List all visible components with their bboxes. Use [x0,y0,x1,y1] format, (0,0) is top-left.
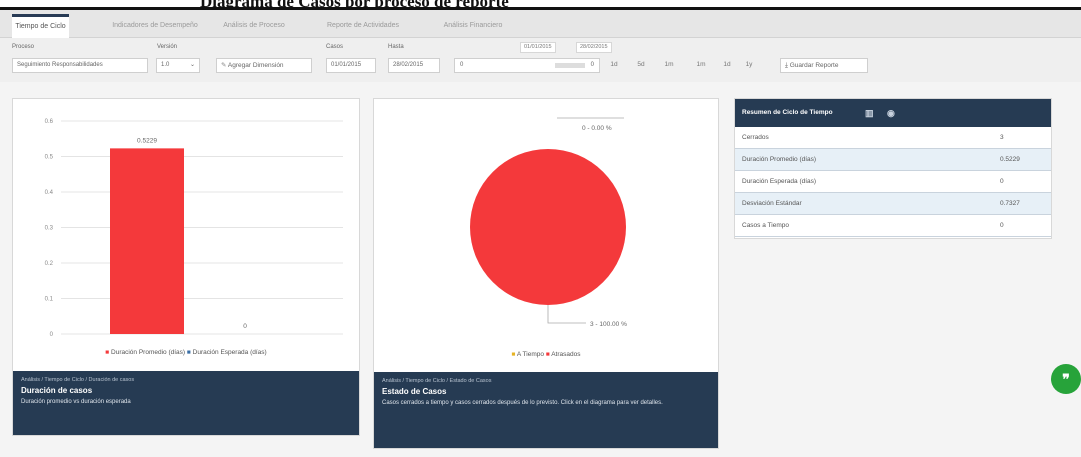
summary-key: Casos a Tiempo [742,222,789,229]
page-banner: Diagrama de Casos por proceso de reporte [0,0,1081,10]
bar-legend: ■ Duración Promedio (días) ■ Duración Es… [13,349,359,356]
y-tick-label: 0.1 [45,297,54,303]
tab-indicadores[interactable]: Indicadores de Desempeño [106,14,204,38]
summary-value: 0.7327 [1000,200,1020,207]
summary-value: 0.5229 [1000,156,1020,163]
chat-button[interactable]: ❞ [1051,364,1081,394]
case-status-card-footer: Análisis / Tiempo de Ciclo / Estado de C… [374,372,718,448]
summary-key: Duración Promedio (días) [742,156,817,163]
duration-card-footer: Análisis / Tiempo de Ciclo / Duración de… [13,371,359,435]
cycle-time-summary: Resumen de Ciclo de Tiempo ▥ ◉ Cerrados 3… [734,98,1052,239]
period-1y[interactable]: 1y [739,57,759,72]
chevron-down-icon: ⌄ [189,62,195,68]
duration-title: Duración de casos [21,386,93,395]
data-label: 0 [243,323,247,330]
tab-analisis-financiero[interactable]: Análisis Financiero [434,14,512,38]
cases-label: Casos [326,44,344,50]
legend-esperada[interactable]: Duración Esperada (días) [193,349,267,356]
version-select[interactable]: 1.0 ⌄ [156,58,200,73]
period-1m[interactable]: 1m [659,57,679,72]
version-label: Versión [157,44,178,50]
legend-atrasados[interactable]: Atrasados [551,351,580,358]
summary-row: Casos a Tiempo 0 [735,215,1051,237]
status-title: Estado de Casos [382,387,447,396]
y-tick-label: 0.2 [45,261,54,267]
pencil-icon: ✎ [221,62,227,69]
download-icon: ⤓ [785,62,788,69]
period-1d[interactable]: 1d [604,57,624,72]
legend-swatch-a-tiempo: ■ [511,351,516,358]
slider-track [555,63,585,68]
add-dimension-label: Agregar Dimensión [227,62,284,69]
y-tick-label: 0.4 [45,190,54,196]
legend-promedio[interactable]: Duración Promedio (días) [111,349,185,356]
date-from-input[interactable]: 01/01/2015 [326,58,376,73]
legend-a-tiempo[interactable]: A Tiempo [517,351,544,358]
process-select[interactable]: Seguimiento Responsabilidades [12,58,148,73]
data-label: 0.5229 [137,137,157,144]
tab-analisis-proceso[interactable]: Análisis de Proceso [215,14,293,38]
version-value: 1.0 [161,62,170,68]
table-icon[interactable]: ▥ [865,99,874,127]
save-report-label: Guardar Reporte [789,62,839,69]
summary-row: Desviación Estándar 0.7327 [735,193,1051,215]
slider-handle-left[interactable]: 0 [460,59,463,72]
pie-label-top: 0 - 0.00 % [582,125,612,132]
status-description: Casos cerrados a tiempo y casos cerrados… [382,400,663,406]
tab-tiempo-ciclo[interactable]: Tiempo de Ciclo [12,14,69,38]
label-leader [547,305,586,324]
tab-bar: Tiempo de Ciclo Indicadores de Desempeño… [0,10,1081,38]
summary-row: Cerrados 3 [735,127,1051,149]
legend-swatch-atrasados: ■ [545,351,550,358]
y-tick-label: 0 [50,332,54,338]
pie-slice [470,149,626,305]
y-tick-label: 0.6 [45,119,54,125]
case-status-card: 0 - 0.00 % 3 - 100.00 % ■ A Tiempo ■ Atra… [373,98,719,449]
save-report-button[interactable]: ⤓ Guardar Reporte [780,58,868,73]
pie-legend: ■ A Tiempo ■ Atrasados [374,351,718,358]
summary-key: Desviación Estándar [742,200,802,207]
process-label: Proceso [12,44,35,50]
legend-swatch-esperada: ■ [186,349,191,356]
range-start-display: 01/01/2015 [520,42,556,53]
period-5d[interactable]: 5d [631,57,651,72]
eye-icon[interactable]: ◉ [887,99,895,127]
tab-reporte-actividades[interactable]: Reporte de Actividades [320,14,406,38]
summary-header: Resumen de Ciclo de Tiempo ▥ ◉ [735,99,1051,127]
slider-handle-right[interactable]: 0 [591,59,594,72]
summary-value: 0 [1000,178,1004,185]
summary-value: 0 [1000,222,1004,229]
pie-label-bottom: 3 - 100.00 % [590,321,627,328]
summary-row: Duración Esperada (días) 0 [735,171,1051,193]
duration-bar-chart: 0.6 0.5 0.4 0.3 0.2 0.1 0 0.5229 0 [45,119,343,338]
add-dimension-button[interactable]: ✎ Agregar Dimensión [216,58,312,73]
summary-title: Resumen de Ciclo de Tiempo [742,109,833,116]
summary-key: Duración Esperada (días) [742,178,817,185]
case-status-pie-chart[interactable]: 0 - 0.00 % 3 - 100.00 % [374,99,718,373]
quote-icon: ❞ [1062,371,1070,387]
duration-card: 0.6 0.5 0.4 0.3 0.2 0.1 0 0.5229 0 ■ Duración Pr… [12,98,360,436]
date-range-slider[interactable]: 0 0 [454,58,600,73]
to-label: Hasta [388,44,404,50]
period-1m-b[interactable]: 1m [691,57,711,72]
status-breadcrumb[interactable]: Análisis / Tiempo de Ciclo / Estado de C… [382,378,710,384]
y-tick-label: 0.3 [45,226,54,232]
summary-key: Cerrados [742,134,769,141]
period-1d-b[interactable]: 1d [717,57,737,72]
duration-description: Duración promedio vs duración esperada [21,399,131,405]
bar [110,148,184,334]
legend-swatch-promedio: ■ [105,349,110,356]
summary-row: Duración Promedio (días) 0.5229 [735,149,1051,171]
range-end-display: 28/02/2015 [576,42,612,53]
summary-value: 3 [1000,134,1004,141]
date-to-input[interactable]: 28/02/2015 [388,58,440,73]
y-tick-label: 0.5 [45,155,54,161]
duration-breadcrumb[interactable]: Análisis / Tiempo de Ciclo / Duración de… [21,377,351,383]
